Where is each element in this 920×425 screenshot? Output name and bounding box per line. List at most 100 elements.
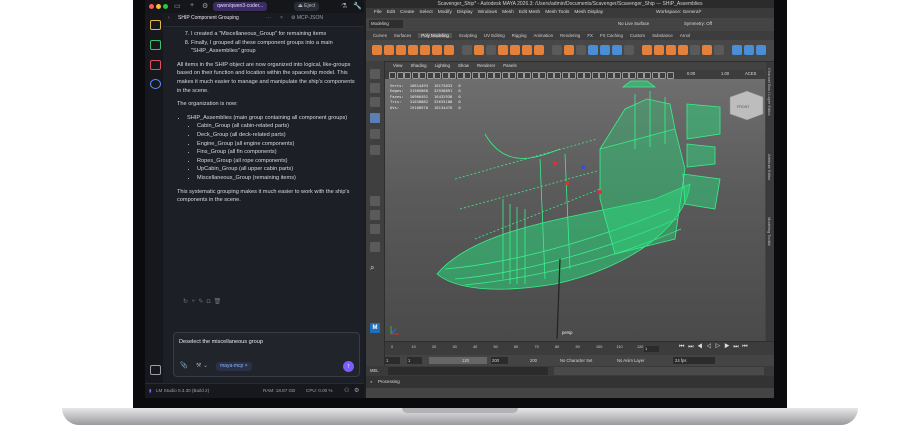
single-pane-icon[interactable] [370,196,380,206]
ship-model-render[interactable]: FRONT persp [385,79,765,341]
chat-icon[interactable] [150,20,161,30]
viewport-toolbar-icon[interactable] [554,72,561,79]
menu-edit[interactable]: Edit [387,10,395,15]
shelf-tab[interactable]: Animation [534,33,554,38]
vp-menu-panels[interactable]: Panels [503,63,516,68]
modeling-toolkit-tab[interactable]: Modeling Toolkit [767,217,772,246]
viewport-toolbar-icon[interactable] [411,72,419,79]
shelf-tool-icon[interactable] [408,45,418,55]
menu-create[interactable]: Create [400,10,414,15]
viewport-toolbar-icon[interactable] [509,72,516,79]
viewport-toolbar-icon[interactable] [546,72,554,79]
outliner-icon[interactable] [370,242,380,252]
menu-file[interactable]: File [374,10,382,15]
delete-icon[interactable]: 🗑 [214,299,222,305]
shelf-tool-icon[interactable] [756,45,766,55]
shelf-tool-icon[interactable] [552,45,562,55]
viewport-toolbar-icon[interactable] [651,72,659,79]
shelf-tool-icon[interactable] [420,45,430,55]
viewport-toolbar-icon[interactable] [561,72,569,79]
range-bar[interactable] [429,357,487,364]
back-icon[interactable]: ‹ [168,15,170,21]
shelf-tool-icon[interactable] [372,45,382,55]
shelf-tab[interactable]: Arnol [680,33,690,38]
shelf-tool-icon[interactable] [498,45,508,55]
user-icon[interactable]: ⚇ [344,387,349,394]
shelf-tool-icon[interactable] [678,45,688,55]
locator-red[interactable] [565,181,569,185]
viewport-toolbar-icon[interactable] [479,72,486,79]
shelf-tab[interactable]: Rigging [512,33,527,38]
shelf-tool-icon[interactable] [588,45,598,55]
viewport-toolbar-icon[interactable] [644,72,651,79]
shelf-tab[interactable]: Sculpting [459,33,477,38]
viewport-toolbar-icon[interactable] [606,72,614,79]
menu-display[interactable]: Display [457,10,473,15]
search-icon[interactable]: ⌕ [370,263,380,273]
vp-menu-shading[interactable]: Shading [410,63,426,68]
shelf-tool-icon[interactable] [666,45,676,55]
shelf-tool-icon[interactable] [690,45,700,55]
shelf-tool-icon[interactable] [732,45,742,55]
viewport-toolbar-icon[interactable] [456,72,464,79]
branch-icon[interactable]: ⑂ [191,299,195,305]
viewport-toolbar-icon[interactable] [666,72,674,79]
viewport-toolbar-icon[interactable] [584,72,591,79]
shelf-tool-icon[interactable] [534,45,544,55]
workspace-selector[interactable]: Workspace: General* [656,8,702,18]
select-tool-icon[interactable] [370,69,380,79]
vp-menu-renderer[interactable]: Renderer [477,63,495,68]
shelf-tool-icon[interactable] [642,45,652,55]
shelf-tab[interactable]: Curves [373,33,387,38]
gamma-value[interactable]: 1.00 [721,71,729,76]
tab-menu-icon[interactable]: ··· [266,15,271,21]
regenerate-icon[interactable]: ↻ [183,299,188,305]
shelf-tool-icon[interactable] [522,45,532,55]
chat-input-text[interactable]: Deselect the miscellaneous group [179,339,263,345]
move-tool-icon[interactable] [370,113,380,123]
viewport-toolbar-icon[interactable] [659,72,666,79]
viewport-toolbar-icon[interactable] [471,72,479,79]
shelf-tab[interactable]: Rendering [560,33,580,38]
menu-mesh-tools[interactable]: Mesh Tools [545,10,569,15]
shelf-tool-icon[interactable] [744,45,754,55]
viewport[interactable]: Verts: 16814493 16175833 0 Edges: 31905060 32… [385,79,765,341]
mel-label[interactable]: MEL [370,366,379,376]
character-set-selector[interactable]: No Character Set [560,355,592,366]
viewport-toolbar-icon[interactable] [464,72,471,79]
attach-icon[interactable]: 📎 [180,362,187,369]
attribute-editor-tab[interactable]: Attribute Editor [767,154,772,180]
send-button[interactable]: ↑ [343,361,354,372]
menu-mesh-display[interactable]: Mesh Display [574,10,603,15]
edit-icon[interactable]: ✎ [198,299,203,305]
shelf-tool-icon[interactable] [444,45,454,55]
zoom-window-button[interactable] [163,4,168,9]
shelf-tool-icon[interactable] [432,45,442,55]
viewport-toolbar-icon[interactable] [434,72,441,79]
exposure-value[interactable]: 0.00 [687,71,695,76]
command-input[interactable] [388,367,548,375]
shelf-tool-icon[interactable] [462,45,472,55]
minimize-window-button[interactable] [156,4,161,9]
shelf-tool-icon[interactable] [600,45,610,55]
symmetry-selector[interactable]: Symmetry: Off [684,20,712,28]
copy-icon[interactable]: ⧉ [207,299,211,305]
viewport-toolbar-icon[interactable] [576,72,584,79]
channel-box-tab[interactable]: Channel Box / Layer Editor [767,68,772,116]
new-chat-icon[interactable]: + [190,2,194,9]
shelf-tool-icon[interactable] [396,45,406,55]
color-space[interactable]: ACES [745,71,756,76]
viewport-toolbar-icon[interactable] [441,72,449,79]
shelf-tool-icon[interactable] [624,45,634,55]
viewport-toolbar-icon[interactable] [539,72,546,79]
four-pane-icon[interactable] [370,210,380,220]
live-surface[interactable]: No Live Surface [618,20,649,28]
vp-menu-lighting[interactable]: Lighting [435,63,450,68]
menu-select[interactable]: Select [419,10,432,15]
menu-edit-mesh[interactable]: Edit Mesh [519,10,540,15]
viewport-toolbar-icon[interactable] [636,72,644,79]
viewport-toolbar-icon[interactable] [524,72,531,79]
download-icon[interactable] [150,365,161,375]
shelf-tab[interactable]: Surfaces [394,33,411,38]
rotate-tool-icon[interactable] [370,129,380,139]
